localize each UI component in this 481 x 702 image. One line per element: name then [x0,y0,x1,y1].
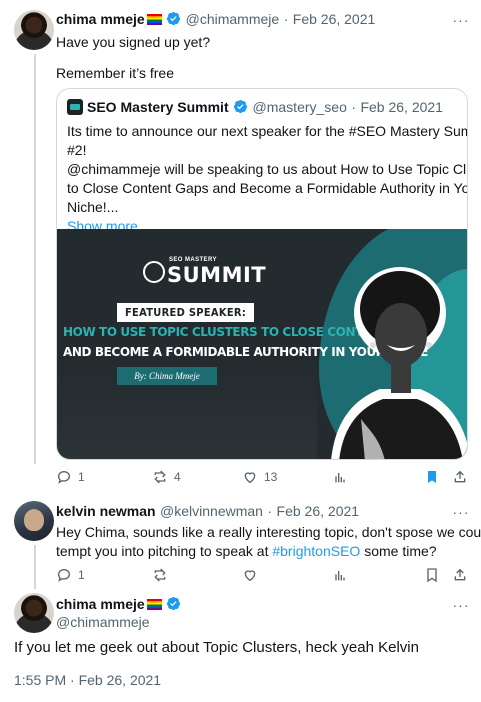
hashtag-link[interactable]: #brightonSEO [272,543,360,559]
more-options-icon[interactable]: ··· [452,596,470,614]
retweet-button[interactable]: 4 [152,468,181,486]
quoted-header: SEO Mastery Summit @mastery_seo · Feb 26… [87,99,443,117]
avatar[interactable] [14,501,54,541]
tweet-text-segment: tempt you into pitching to speak at [56,543,273,559]
reply-button[interactable]: 1 [56,468,85,486]
rainbow-flag-icon [146,599,162,610]
reply-button[interactable]: 1 [56,566,85,584]
bookmark-button[interactable] [424,566,440,584]
share-button[interactable] [452,468,468,486]
thread-line [34,54,36,464]
handle[interactable]: @chimammeje [56,614,150,630]
reply-icon [57,568,71,582]
summit-logo: SEO MASTERY SUMMIT [143,257,266,287]
bookmark-filled-icon [428,471,436,483]
handle[interactable]: @kelvinnewman [160,503,263,519]
display-name[interactable]: chima mmeje [56,596,145,612]
quoted-text-line: Its time to announce our next speaker fo… [67,123,468,139]
tweet-text-line: Remember it’s free [56,65,175,81]
retweet-icon [154,568,166,582]
quoted-text-line: Niche!... [67,199,119,215]
quoted-text-line: @chimammeje will be speaking to us about… [67,161,468,177]
speaker-promo-image[interactable]: SEO MASTERY SUMMIT FEATURED SPEAKER: HOW… [57,229,467,459]
bookmark-button[interactable] [424,468,440,486]
reply-count: 1 [78,470,85,484]
quoted-handle: @mastery_seo [252,99,347,115]
like-count: 13 [264,470,278,484]
display-name[interactable]: chima mmeje [56,11,145,27]
analytics-button[interactable] [332,468,348,486]
analytics-icon [335,571,345,581]
tweet-date[interactable]: Feb 26, 2021 [293,11,376,27]
display-name[interactable]: kelvin newman [56,503,156,519]
quoted-text-line: #2! [67,142,87,158]
share-button[interactable] [452,566,468,584]
tweet-text-segment: some time? [360,543,437,559]
quoted-text: Its time to announce our next speaker fo… [67,122,467,236]
avatar[interactable] [14,593,54,633]
tweet-date[interactable]: Feb 26, 2021 [277,503,360,519]
separator-dot: · [283,11,289,27]
analytics-icon [335,473,345,483]
tweet-text-line: Hey Chima, sounds like a really interest… [56,524,481,540]
handle[interactable]: @chimammeje [186,11,280,27]
thread-line [34,545,36,589]
separator-dot: · [267,503,273,519]
speaker-portrait [331,267,467,459]
featured-speaker-badge: FEATURED SPEAKER: [117,303,255,322]
like-button[interactable] [242,566,258,584]
tweet-text-line: tempt you into pitching to speak at #bri… [56,542,437,561]
tweet-header: chima mmeje @chimammeje · Feb 26, 2021 [56,11,375,29]
verified-badge-icon [167,596,181,611]
retweet-icon [154,470,166,484]
bookmark-icon [427,568,437,583]
rainbow-flag-icon [146,14,162,25]
summit-logo-icon [143,261,165,283]
tweet-header: kelvin newman @kelvinnewman · Feb 26, 20… [56,503,359,521]
reply-count: 1 [78,568,85,582]
tweet-header: chima mmeje [56,596,181,614]
promo-byline: By: Chima Mmeje [117,367,217,385]
separator-dot: · [351,99,356,115]
share-icon [454,470,466,483]
retweet-count: 4 [174,470,181,484]
reply-icon [57,470,71,484]
verified-badge-icon [234,99,248,114]
avatar[interactable] [14,10,54,50]
verified-badge-icon [167,11,181,26]
quoted-text-line: to Close Content Gaps and Become a Formi… [67,180,468,196]
quoted-tweet-card[interactable]: SEO Mastery Summit @mastery_seo · Feb 26… [56,88,468,460]
retweet-button[interactable] [152,566,168,584]
like-button[interactable]: 13 [242,468,277,486]
tweet-timestamp[interactable]: 1:55 PM · Feb 26, 2021 [14,672,161,688]
quoted-display-name: SEO Mastery Summit [87,99,229,115]
summit-logo-big: SUMMIT [167,263,267,287]
tweet-text-line: Have you signed up yet? [56,34,211,50]
focused-tweet-text: If you let me geek out about Topic Clust… [14,639,419,656]
more-options-icon[interactable]: ··· [452,11,470,29]
share-icon [454,568,466,581]
more-options-icon[interactable]: ··· [452,503,470,521]
quoted-date: Feb 26, 2021 [360,99,443,115]
heart-icon [244,570,256,582]
heart-icon [244,472,256,484]
analytics-button[interactable] [332,566,348,584]
quoted-avatar [67,99,83,115]
